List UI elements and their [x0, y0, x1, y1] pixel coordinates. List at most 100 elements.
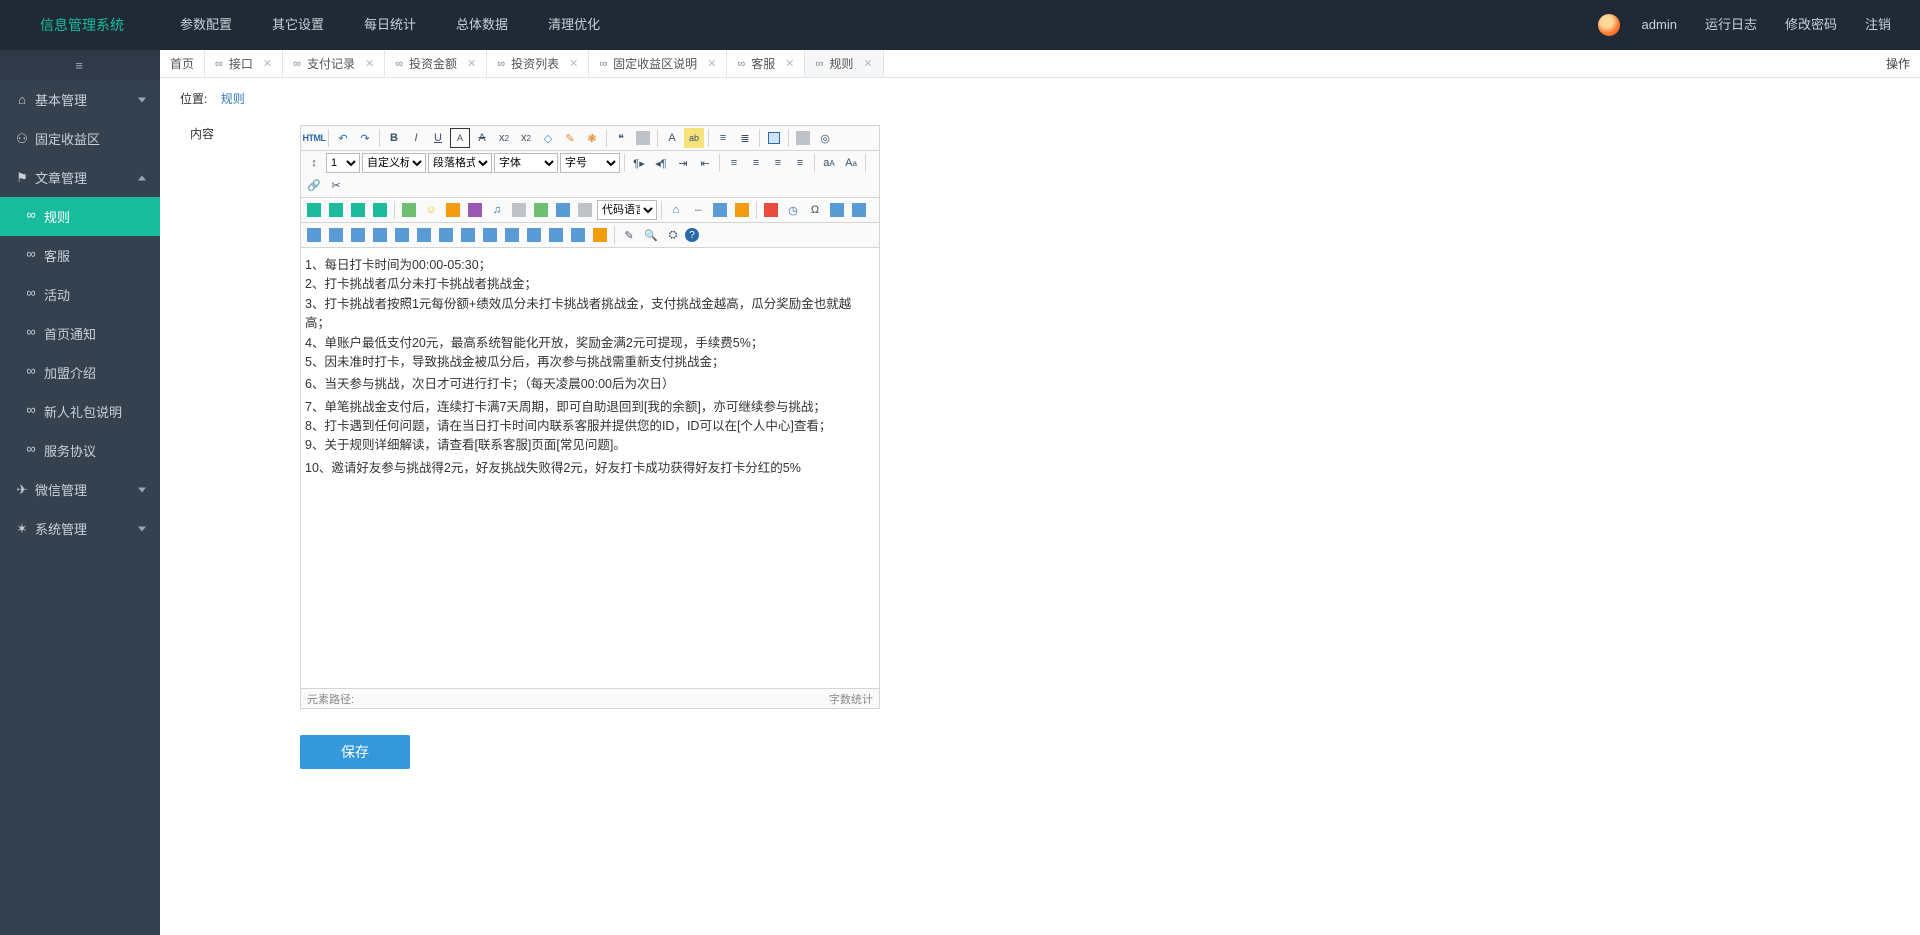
drafts-icon[interactable]: ⛭ [663, 225, 683, 245]
custom-title-select[interactable]: 自定义标题 [362, 153, 426, 173]
undo-icon[interactable]: ↶ [333, 128, 353, 148]
sidebar-subitem-2-5[interactable]: ∞新人礼包说明 [0, 392, 160, 431]
tab-actions[interactable]: 操作 [1876, 50, 1920, 77]
close-icon[interactable]: ✕ [863, 57, 872, 70]
close-icon[interactable]: ✕ [365, 57, 374, 70]
close-icon[interactable]: ✕ [467, 57, 476, 70]
outdent-icon[interactable]: ⇤ [695, 153, 715, 173]
delete-col-icon[interactable] [436, 225, 456, 245]
format-brush-icon[interactable]: ✎ [560, 128, 580, 148]
merge-down-icon[interactable] [502, 225, 522, 245]
subscript-icon[interactable]: x2 [516, 128, 536, 148]
indent-icon[interactable]: ⇥ [673, 153, 693, 173]
source-icon[interactable]: HTML [304, 128, 324, 148]
edit-tip-icon[interactable]: ✎ [619, 225, 639, 245]
align-center-icon[interactable]: ≡ [746, 153, 766, 173]
merge-right-icon[interactable] [480, 225, 500, 245]
image-center-icon[interactable] [370, 200, 390, 220]
sidebar-toggle[interactable]: ≡ [0, 50, 160, 80]
topnav-item-3[interactable]: 总体数据 [436, 0, 528, 50]
close-icon[interactable]: ✕ [707, 57, 716, 70]
tab-5[interactable]: ∞固定收益区说明✕ [589, 50, 727, 77]
rowheight-icon[interactable]: ↕ [304, 153, 324, 173]
editor-line[interactable]: 6、当天参与挑战，次日才可进行打卡；（每天凌晨00:00后为次日） [305, 375, 875, 394]
sidebar-subitem-2-4[interactable]: ∞加盟介绍 [0, 353, 160, 392]
insert-para-before-icon[interactable] [348, 225, 368, 245]
merge-cells-icon[interactable] [458, 225, 478, 245]
split-cells-icon[interactable] [524, 225, 544, 245]
template-icon[interactable] [710, 200, 730, 220]
link-icon[interactable]: 🔗 [304, 175, 324, 195]
editor-line[interactable]: 9、关于规则详细解读，请查看[联系客服]页面[常见问题]。 [305, 436, 875, 455]
image-none-icon[interactable] [304, 200, 324, 220]
music-icon[interactable]: ♫ [487, 200, 507, 220]
tab-4[interactable]: ∞投资列表✕ [487, 50, 589, 77]
tab-0[interactable]: 首页 [160, 50, 205, 77]
editor-line[interactable]: 5、因未准时打卡，导致挑战金被瓜分后，再次参与挑战需重新支付挑战金； [305, 353, 875, 372]
tab-3[interactable]: ∞投资金额✕ [385, 50, 487, 77]
touppercase-icon[interactable]: aA [819, 153, 839, 173]
font-border-icon[interactable]: A [450, 128, 470, 148]
close-icon[interactable]: ✕ [569, 57, 578, 70]
tolowercase-icon[interactable]: Aa [841, 153, 861, 173]
code-language-select[interactable]: 代码语言 [597, 200, 657, 220]
insert-ul-icon[interactable]: ≣ [735, 128, 755, 148]
sidebar-item-3[interactable]: ✈微信管理 [0, 470, 160, 509]
pagebreak-icon[interactable]: ┄ [688, 200, 708, 220]
gmap-icon[interactable] [553, 200, 573, 220]
charts-icon[interactable] [590, 225, 610, 245]
sidebar-subitem-2-1[interactable]: ∞客服 [0, 236, 160, 275]
editor-line[interactable]: 4、单账户最低支付20元，最高系统智能化开放，奖励金满2元可提现，手续费5%； [305, 334, 875, 353]
editor-body[interactable]: 1、每日打卡时间为00:00-05:30；2、打卡挑战者瓜分未打卡挑战者挑战金；… [301, 248, 879, 688]
preview-icon[interactable]: ◎ [815, 128, 835, 148]
delete-table-icon[interactable] [326, 225, 346, 245]
save-button[interactable]: 保存 [300, 735, 410, 769]
rtl-icon[interactable]: ◂¶ [651, 153, 671, 173]
tab-7[interactable]: ∞规则✕ [805, 50, 883, 77]
editor-line[interactable]: 8、打卡遇到任何问题，请在当日打卡时间内联系客服并提供您的ID，ID可以在[个人… [305, 417, 875, 436]
sidebar-subitem-2-6[interactable]: ∞服务协议 [0, 431, 160, 470]
close-icon[interactable]: ✕ [263, 57, 272, 70]
background-icon[interactable] [732, 200, 752, 220]
insert-frame-icon[interactable] [575, 200, 595, 220]
print-icon[interactable] [793, 128, 813, 148]
tab-1[interactable]: ∞接口✕ [205, 50, 283, 77]
superscript-icon[interactable]: x2 [494, 128, 514, 148]
forecolor-icon[interactable]: A [662, 128, 682, 148]
help-icon[interactable]: ? [685, 228, 699, 242]
header-link-2[interactable]: 注销 [1851, 17, 1905, 32]
editor-line[interactable]: 7、单笔挑战金支付后，连续打卡满7天周期，即可自助退回到[我的余额]，亦可继续参… [305, 398, 875, 417]
eraser-icon[interactable]: ◇ [538, 128, 558, 148]
redo-icon[interactable]: ↷ [355, 128, 375, 148]
header-link-0[interactable]: 运行日志 [1691, 17, 1771, 32]
align-right-icon[interactable]: ≡ [768, 153, 788, 173]
topnav-item-4[interactable]: 清理优化 [528, 0, 620, 50]
spechars-icon[interactable]: Ω [805, 200, 825, 220]
delete-row-icon[interactable] [392, 225, 412, 245]
rowheight-select[interactable]: 1 [326, 153, 360, 173]
paragraph-select[interactable]: 段落格式 [428, 153, 492, 173]
italic-icon[interactable]: I [406, 128, 426, 148]
strike-icon[interactable]: A [472, 128, 492, 148]
editor-line[interactable]: 1、每日打卡时间为00:00-05:30； [305, 256, 875, 275]
close-icon[interactable]: ✕ [785, 57, 794, 70]
size-select[interactable]: 字号 [560, 153, 620, 173]
topnav-item-2[interactable]: 每日统计 [344, 0, 436, 50]
select-all-icon[interactable] [764, 128, 784, 148]
wordimage-icon[interactable] [849, 200, 869, 220]
time-icon[interactable]: ◷ [783, 200, 803, 220]
sidebar-subitem-2-3[interactable]: ∞首页通知 [0, 314, 160, 353]
tab-2[interactable]: ∞支付记录✕ [283, 50, 385, 77]
paste-plain-icon[interactable] [633, 128, 653, 148]
align-left-icon[interactable]: ≡ [724, 153, 744, 173]
editor-line[interactable]: 3、打卡挑战者按照1元每份额+绩效瓜分未打卡挑战者挑战金，支付挑战金越高，瓜分奖… [305, 295, 875, 334]
sidebar-item-0[interactable]: ⌂基本管理 [0, 80, 160, 119]
insert-ol-icon[interactable]: ≡ [713, 128, 733, 148]
backcolor-icon[interactable]: ab [684, 128, 704, 148]
date-icon[interactable] [761, 200, 781, 220]
image-left-icon[interactable] [326, 200, 346, 220]
emotion-icon[interactable]: ☺ [421, 200, 441, 220]
insert-table-icon[interactable] [304, 225, 324, 245]
split-rows-icon[interactable] [546, 225, 566, 245]
sidebar-subitem-2-2[interactable]: ∞活动 [0, 275, 160, 314]
